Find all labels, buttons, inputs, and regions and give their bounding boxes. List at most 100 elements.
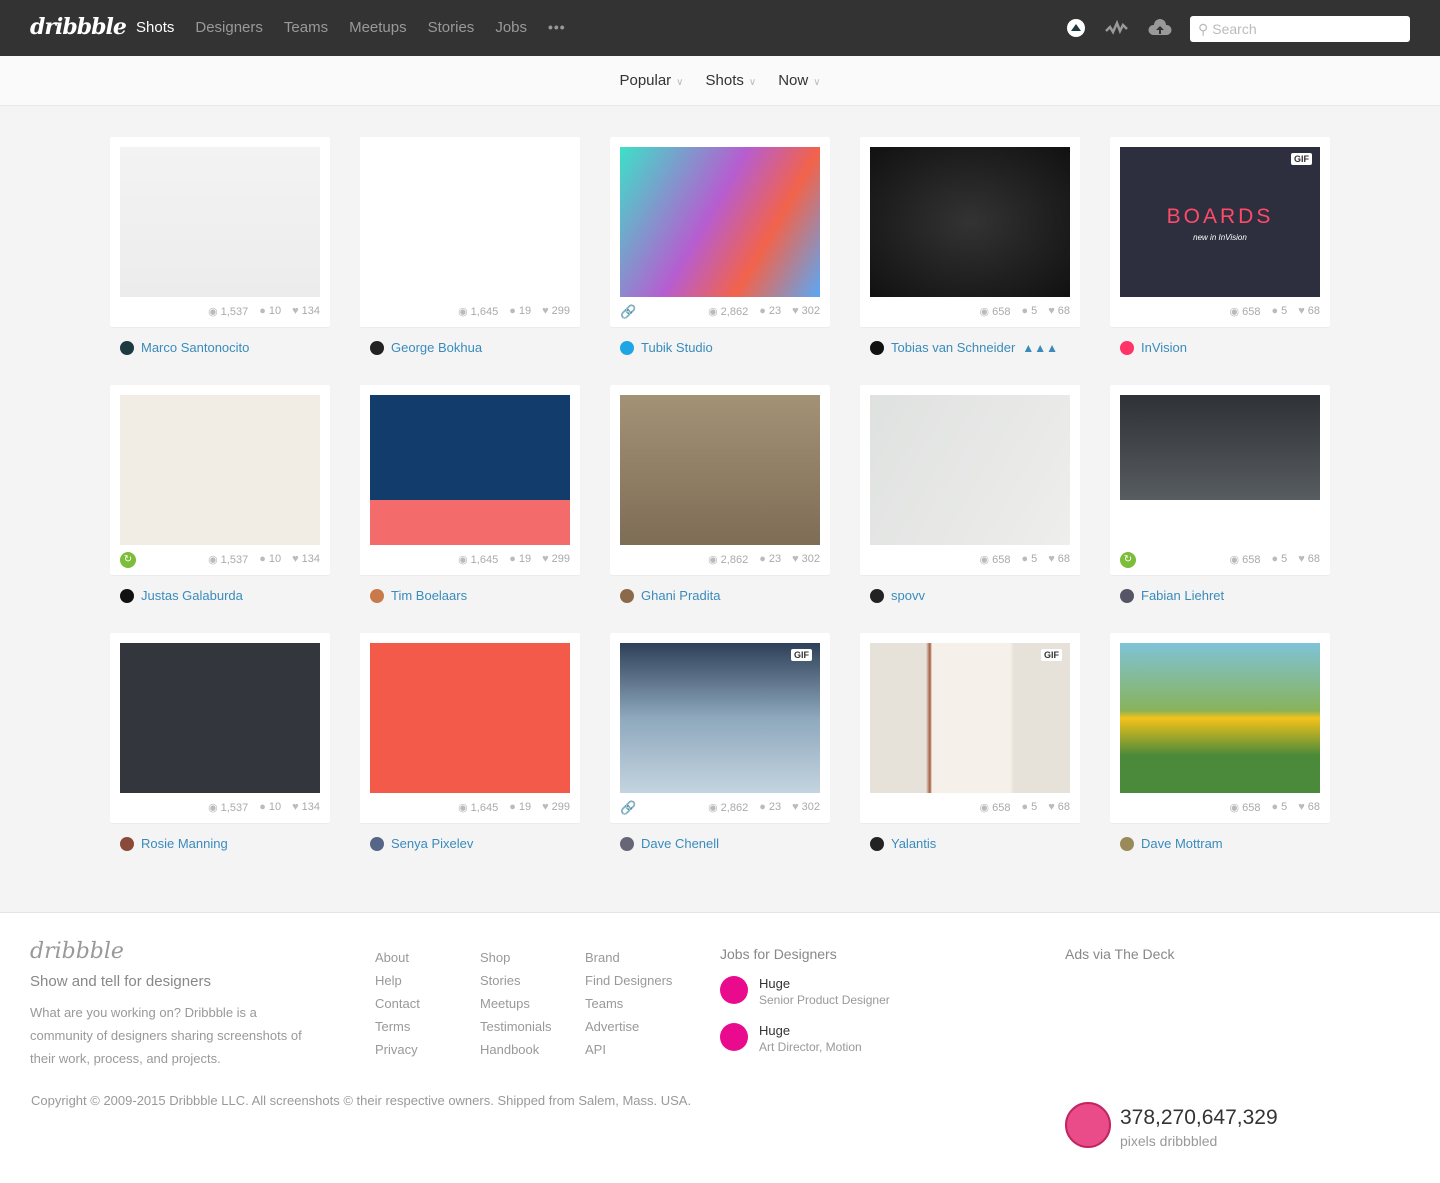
shot-card[interactable]: ◉ 658 ● 5 ♥ 68 xyxy=(1110,633,1330,823)
author-avatar[interactable] xyxy=(370,588,384,603)
shot-thumbnail[interactable] xyxy=(120,147,320,297)
author-name[interactable]: Ghani Pradita xyxy=(641,588,721,603)
nav-teams[interactable]: Teams xyxy=(284,19,328,36)
shot-thumbnail[interactable] xyxy=(370,147,570,297)
comments-count[interactable]: ● 5 xyxy=(1021,801,1037,814)
shot-thumbnail[interactable]: GIF xyxy=(620,643,820,793)
comments-count[interactable]: ● 23 xyxy=(759,553,781,566)
comments-count[interactable]: ● 19 xyxy=(509,305,531,318)
nav-stories[interactable]: Stories xyxy=(428,19,475,36)
nav-shots[interactable]: Shots xyxy=(136,19,174,36)
comments-count[interactable]: ● 10 xyxy=(259,305,281,318)
shot-author[interactable]: spovv xyxy=(870,588,925,603)
shot-author[interactable]: Yalantis xyxy=(870,836,936,851)
shot-thumbnail[interactable] xyxy=(620,147,820,297)
likes-count[interactable]: ♥ 68 xyxy=(1298,801,1320,814)
dribbble-logo[interactable]: dribbble xyxy=(30,14,127,40)
author-avatar[interactable] xyxy=(870,836,884,851)
comments-count[interactable]: ● 5 xyxy=(1021,305,1037,318)
author-name[interactable]: Tim Boelaars xyxy=(391,588,467,603)
comments-count[interactable]: ● 19 xyxy=(509,801,531,814)
comments-count[interactable]: ● 23 xyxy=(759,801,781,814)
author-name[interactable]: Rosie Manning xyxy=(141,836,228,851)
filter-type-dropdown[interactable]: Shots ∨ xyxy=(706,72,757,89)
author-avatar[interactable] xyxy=(620,340,634,355)
author-avatar[interactable] xyxy=(370,836,384,851)
shot-thumbnail[interactable]: BOARDS new in InVision GIF xyxy=(1120,147,1320,297)
rebound-icon[interactable]: ↻ xyxy=(120,552,136,568)
author-avatar[interactable] xyxy=(120,340,134,355)
comments-count[interactable]: ● 10 xyxy=(259,801,281,814)
author-avatar[interactable] xyxy=(120,588,134,603)
more-menu-icon[interactable]: ••• xyxy=(548,19,566,36)
activity-icon[interactable] xyxy=(1105,18,1129,38)
shot-card[interactable]: ◉ 1,537 ● 10 ♥ 134 xyxy=(110,137,330,327)
footer-link[interactable]: Handbook xyxy=(480,1038,552,1061)
search-box[interactable]: ⚲ xyxy=(1190,16,1410,42)
comments-count[interactable]: ● 23 xyxy=(759,305,781,318)
upload-cloud-icon[interactable] xyxy=(1148,18,1172,38)
comments-count[interactable]: ● 5 xyxy=(1271,801,1287,814)
likes-count[interactable]: ♥ 134 xyxy=(292,553,320,566)
likes-count[interactable]: ♥ 302 xyxy=(792,305,820,318)
user-avatar-icon[interactable] xyxy=(1066,18,1086,38)
shot-card[interactable]: 🔗 ◉ 2,862 ● 23 ♥ 302 xyxy=(610,137,830,327)
job-listing[interactable]: Huge Art Director, Motion xyxy=(720,1023,862,1056)
comments-count[interactable]: ● 10 xyxy=(259,553,281,566)
shot-card[interactable]: ◉ 1,645 ● 19 ♥ 299 xyxy=(360,385,580,575)
shot-author[interactable]: Rosie Manning xyxy=(120,836,228,851)
author-name[interactable]: Yalantis xyxy=(891,836,936,851)
likes-count[interactable]: ♥ 134 xyxy=(292,305,320,318)
footer-link[interactable]: Terms xyxy=(375,1015,420,1038)
shot-card[interactable]: ◉ 1,645 ● 19 ♥ 299 xyxy=(360,633,580,823)
author-avatar[interactable] xyxy=(620,588,634,603)
shot-thumbnail[interactable]: GIF xyxy=(870,643,1070,793)
likes-count[interactable]: ♥ 68 xyxy=(1048,801,1070,814)
shot-thumbnail[interactable] xyxy=(1120,643,1320,793)
shot-card[interactable]: ◉ 2,862 ● 23 ♥ 302 xyxy=(610,385,830,575)
jobs-title[interactable]: Jobs for Designers xyxy=(720,946,837,962)
shot-author[interactable]: Tobias van Schneider ▲▲▲ xyxy=(870,340,1058,355)
nav-designers[interactable]: Designers xyxy=(195,19,263,36)
likes-count[interactable]: ♥ 68 xyxy=(1298,553,1320,566)
shot-thumbnail[interactable] xyxy=(120,395,320,545)
shot-thumbnail[interactable] xyxy=(620,395,820,545)
author-avatar[interactable] xyxy=(120,836,134,851)
likes-count[interactable]: ♥ 68 xyxy=(1298,305,1320,318)
footer-link[interactable]: About xyxy=(375,946,420,969)
shot-card[interactable]: ◉ 658 ● 5 ♥ 68 xyxy=(860,385,1080,575)
likes-count[interactable]: ♥ 302 xyxy=(792,553,820,566)
author-name[interactable]: Tubik Studio xyxy=(641,340,713,355)
author-name[interactable]: Justas Galaburda xyxy=(141,588,243,603)
author-avatar[interactable] xyxy=(620,836,634,851)
footer-link[interactable]: Meetups xyxy=(480,992,552,1015)
footer-link[interactable]: Stories xyxy=(480,969,552,992)
author-avatar[interactable] xyxy=(370,340,384,355)
filter-sort-dropdown[interactable]: Popular ∨ xyxy=(619,72,683,89)
shot-author[interactable]: George Bokhua xyxy=(370,340,482,355)
likes-count[interactable]: ♥ 302 xyxy=(792,801,820,814)
shot-card[interactable]: ◉ 658 ● 5 ♥ 68 xyxy=(860,137,1080,327)
author-avatar[interactable] xyxy=(870,340,884,355)
search-input[interactable] xyxy=(1212,21,1393,37)
author-avatar[interactable] xyxy=(1120,340,1134,355)
shot-card[interactable]: ↻ ◉ 1,537 ● 10 ♥ 134 xyxy=(110,385,330,575)
footer-link[interactable]: Find Designers xyxy=(585,969,672,992)
author-avatar[interactable] xyxy=(1120,588,1134,603)
filter-time-dropdown[interactable]: Now ∨ xyxy=(778,72,820,89)
likes-count[interactable]: ♥ 299 xyxy=(542,801,570,814)
shot-thumbnail[interactable] xyxy=(870,147,1070,297)
comments-count[interactable]: ● 5 xyxy=(1271,305,1287,318)
footer-link[interactable]: Privacy xyxy=(375,1038,420,1061)
footer-link[interactable]: Teams xyxy=(585,992,672,1015)
footer-link[interactable]: Brand xyxy=(585,946,672,969)
author-name[interactable]: Dave Chenell xyxy=(641,836,719,851)
footer-link[interactable]: API xyxy=(585,1038,672,1061)
likes-count[interactable]: ♥ 299 xyxy=(542,305,570,318)
author-name[interactable]: spovv xyxy=(891,588,925,603)
likes-count[interactable]: ♥ 299 xyxy=(542,553,570,566)
shot-card[interactable]: GIF 🔗 ◉ 2,862 ● 23 ♥ 302 xyxy=(610,633,830,823)
likes-count[interactable]: ♥ 68 xyxy=(1048,553,1070,566)
comments-count[interactable]: ● 5 xyxy=(1271,553,1287,566)
shot-author[interactable]: Justas Galaburda xyxy=(120,588,243,603)
